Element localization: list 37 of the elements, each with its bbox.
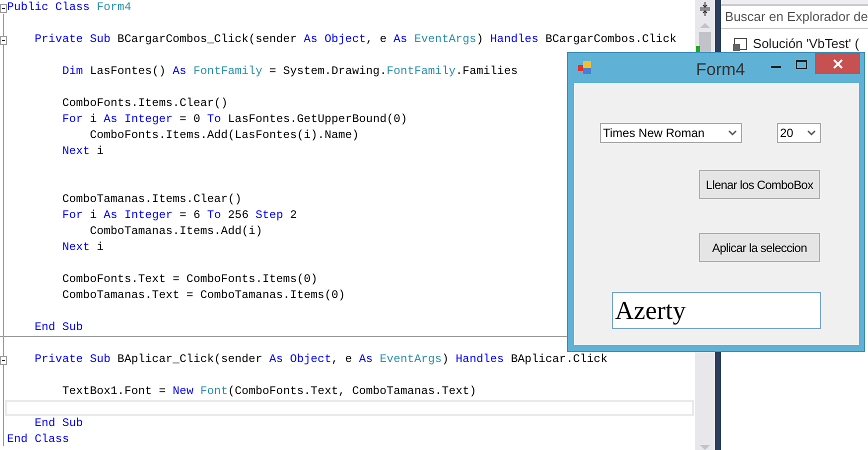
form-button[interactable]: Aplicar la seleccion bbox=[699, 233, 820, 262]
code-line: ComboFonts.Items.Add(LasFontes(i).Name) bbox=[88, 128, 359, 144]
close-icon bbox=[832, 58, 842, 68]
collapse-icon[interactable] bbox=[0, 4, 7, 13]
code-line: End Sub bbox=[34, 320, 83, 336]
code-line: For i As Integer = 6 To 256 Step 2 bbox=[61, 208, 297, 224]
code-line: ComboFonts.Items.Clear() bbox=[61, 96, 228, 112]
code-line: Private Sub BAplicar_Click(sender As Object, e As EventArgs) Handles BAplicar.Click bbox=[34, 352, 608, 368]
close-button[interactable] bbox=[815, 53, 860, 74]
solution-icon bbox=[732, 38, 747, 50]
window-title: Form4 bbox=[696, 59, 746, 81]
code-line: ComboTamanas.Items.Clear() bbox=[61, 192, 242, 208]
text-box[interactable]: Azerty bbox=[612, 292, 821, 329]
form-button[interactable]: Llenar los ComboBox bbox=[699, 170, 820, 199]
minimize-icon[interactable] bbox=[771, 66, 781, 69]
split-icon[interactable] bbox=[699, 2, 712, 16]
code-line: Dim LasFontes() As FontFamily = System.Drawing.FontFamily.Families bbox=[61, 64, 518, 80]
code-line: End Class bbox=[7, 432, 70, 448]
code-line: ComboTamanas.Items.Add(i) bbox=[88, 224, 262, 240]
collapse-icon[interactable] bbox=[0, 36, 7, 45]
font-combo-box[interactable]: Times New Roman bbox=[600, 123, 742, 143]
code-line: Public Class Form4 bbox=[7, 0, 132, 16]
code-line: ComboFonts.Text = ComboFonts.Items(0) bbox=[61, 272, 318, 288]
scroll-thumb[interactable] bbox=[699, 32, 712, 52]
code-line: Next i bbox=[61, 144, 104, 160]
code-line: Private Sub BCargarCombos_Click(sender As Object, e As EventArgs) Handles BCargarCombos.Click bbox=[34, 32, 676, 48]
size-combo-box[interactable]: 20 bbox=[777, 123, 821, 143]
maximize-icon[interactable] bbox=[796, 60, 807, 69]
code-line: ComboTamanas.Text = ComboTamanas.Items(0) bbox=[61, 288, 346, 304]
code-line: For i As Integer = 0 To LasFontes.GetUpperBound(0) bbox=[61, 112, 408, 128]
code-line: Next i bbox=[61, 240, 104, 256]
search-field[interactable]: Buscar en Explorador de bbox=[720, 5, 868, 29]
app-icon bbox=[578, 61, 592, 75]
code-line: TextBox1.Font = New Font(ComboFonts.Text, ComboTamanas.Text) bbox=[61, 384, 476, 400]
tree-item-label[interactable]: Solución 'VbTest' ( bbox=[752, 34, 860, 54]
collapse-icon[interactable] bbox=[0, 356, 7, 365]
code-line: End Sub bbox=[34, 416, 83, 432]
